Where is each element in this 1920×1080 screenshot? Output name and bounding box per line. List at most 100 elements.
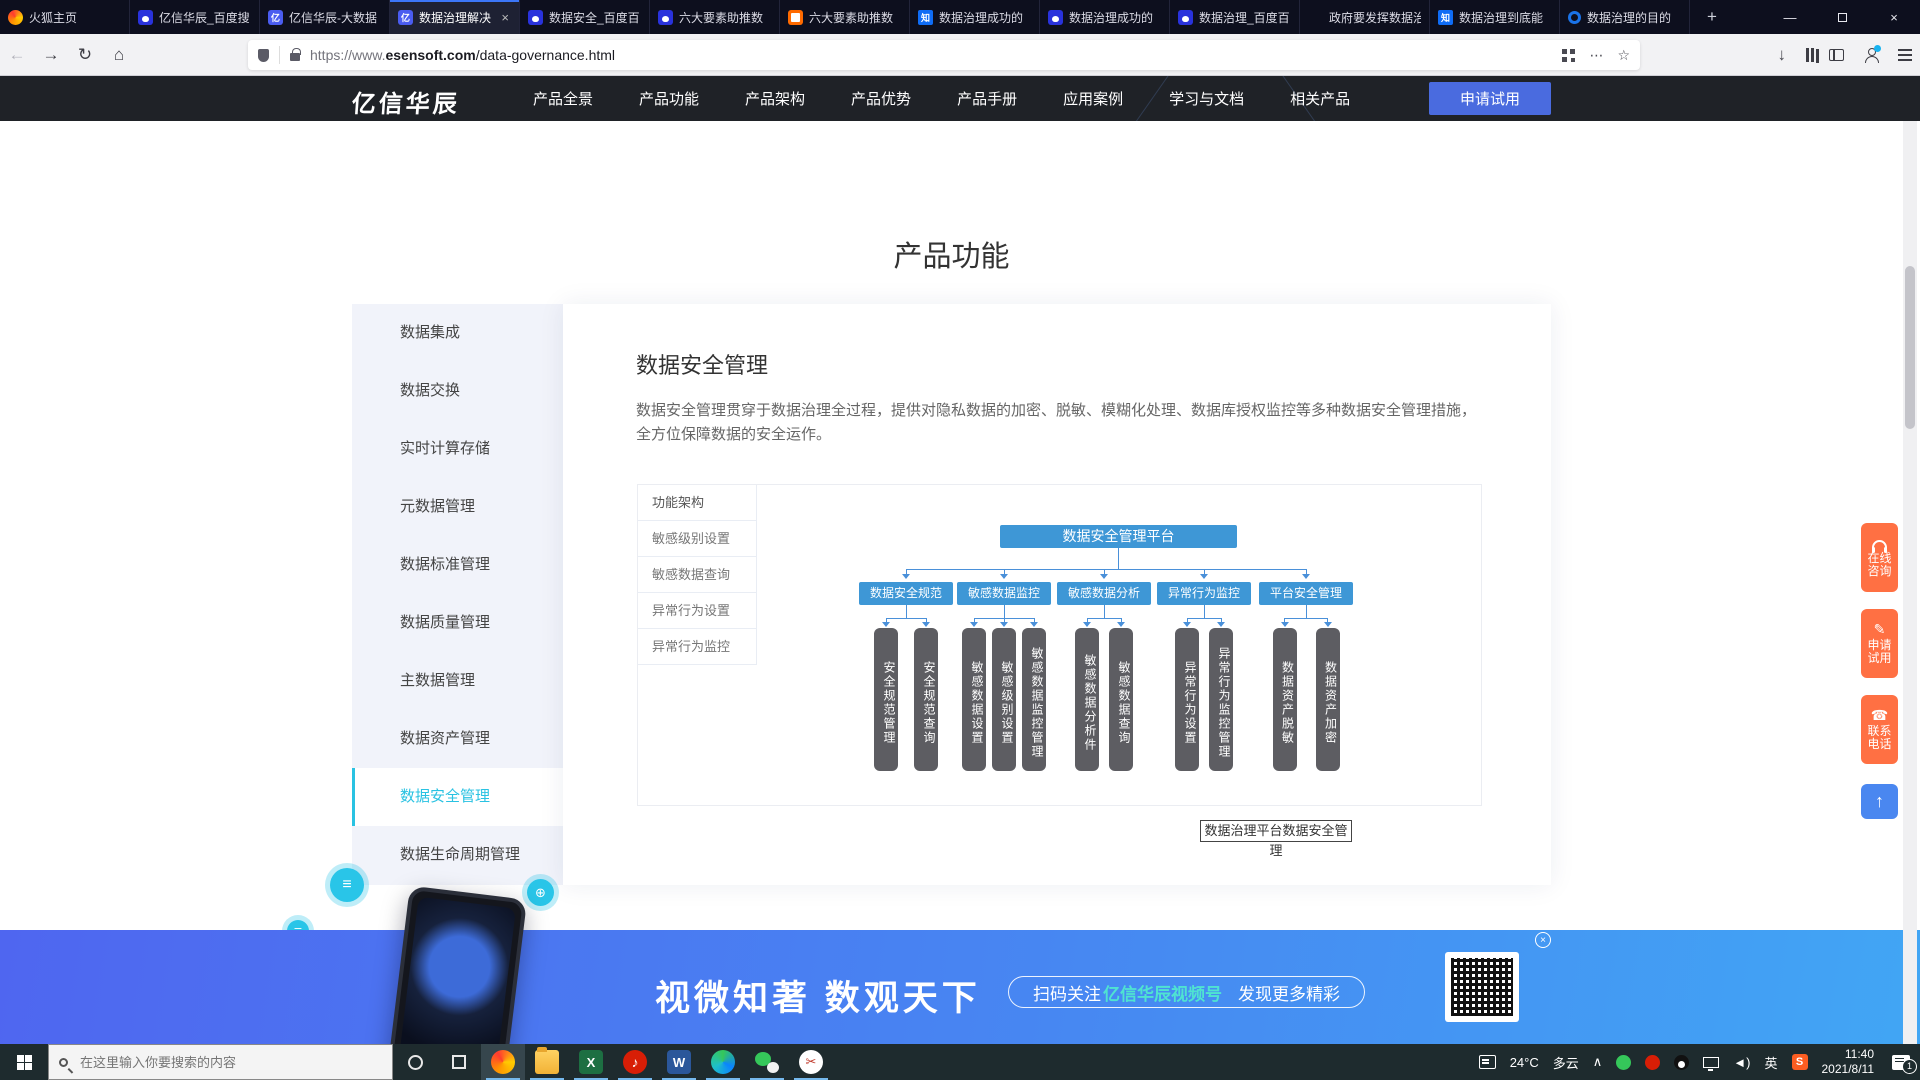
browser-tab[interactable]: 六大要素助推数 bbox=[780, 0, 910, 34]
back-icon[interactable]: ← bbox=[0, 45, 34, 65]
taskbar-word[interactable]: W bbox=[657, 1044, 701, 1080]
site-nav-link[interactable]: 产品优势 bbox=[851, 88, 911, 109]
taskbar-music[interactable]: ♪ bbox=[613, 1044, 657, 1080]
browser-tab[interactable]: 火狐主页 bbox=[0, 0, 130, 34]
browser-tab[interactable]: 知 数据治理成功的 bbox=[910, 0, 1040, 34]
news-feed-icon[interactable] bbox=[1479, 1055, 1496, 1069]
qr-code-icon[interactable] bbox=[1562, 49, 1575, 62]
url-address-field[interactable]: https://www.esensoft.com/data-governance… bbox=[248, 40, 1640, 70]
diagram-tab-item[interactable]: 异常行为监控 bbox=[638, 629, 757, 665]
library-icon[interactable] bbox=[1806, 48, 1809, 62]
browser-tab[interactable]: 数据治理的目的 bbox=[1560, 0, 1690, 34]
site-nav-link[interactable]: 应用案例 bbox=[1063, 88, 1123, 109]
tab-title: 数据治理成功的 bbox=[939, 9, 1031, 26]
diagram-tab-item[interactable]: 异常行为设置 bbox=[638, 593, 757, 629]
tray-speaker-icon[interactable]: ◄) bbox=[1733, 1055, 1750, 1070]
diagram-tab-item[interactable]: 敏感级别设置 bbox=[638, 521, 757, 557]
tray-wechat-icon[interactable] bbox=[1616, 1055, 1631, 1070]
tray-qq-icon[interactable] bbox=[1674, 1055, 1689, 1070]
phone-image bbox=[387, 886, 527, 1044]
tray-display-icon[interactable] bbox=[1703, 1057, 1719, 1068]
start-button[interactable] bbox=[0, 1044, 48, 1080]
account-icon[interactable] bbox=[1864, 48, 1878, 62]
input-language-indicator[interactable]: 英 bbox=[1764, 1053, 1777, 1072]
window-close-button[interactable]: × bbox=[1868, 0, 1920, 34]
chart-leaf-node: 异常行为设置 bbox=[1175, 628, 1199, 771]
sidebar-item[interactable]: 主数据管理 bbox=[352, 652, 563, 710]
lock-icon[interactable] bbox=[290, 53, 300, 61]
taskbar-file-explorer[interactable] bbox=[525, 1044, 569, 1080]
tab-title: 亿信华辰-大数据 bbox=[289, 9, 381, 26]
browser-tab[interactable]: 数据治理_百度百 bbox=[1170, 0, 1300, 34]
menu-hamburger-icon[interactable] bbox=[1898, 54, 1912, 56]
sidebar-toggle-icon[interactable] bbox=[1829, 49, 1844, 61]
browser-tab[interactable]: 数据治理成功的 bbox=[1040, 0, 1170, 34]
browser-tab[interactable]: 亿 亿信华辰-大数据 bbox=[260, 0, 390, 34]
sidebar-item[interactable]: 数据安全管理 bbox=[352, 768, 563, 826]
taskbar-search[interactable] bbox=[48, 1044, 393, 1080]
sidebar-item[interactable]: 数据资产管理 bbox=[352, 710, 563, 768]
browser-tab[interactable]: 政府要发挥数据治理 bbox=[1300, 0, 1430, 34]
browser-tab[interactable]: 六大要素助推数 bbox=[650, 0, 780, 34]
browser-tab[interactable]: 数据安全_百度百 bbox=[520, 0, 650, 34]
task-view-button[interactable] bbox=[437, 1044, 481, 1080]
forward-icon[interactable]: → bbox=[34, 45, 68, 65]
online-consult-button[interactable]: 在线咨询 bbox=[1861, 523, 1898, 592]
tab-close-icon[interactable]: × bbox=[499, 10, 511, 25]
home-icon[interactable]: ⌂ bbox=[102, 45, 136, 65]
sidebar-item[interactable]: 数据集成 bbox=[352, 304, 563, 362]
site-nav-link[interactable]: 产品手册 bbox=[957, 88, 1017, 109]
site-nav-link[interactable]: 学习与文档 bbox=[1169, 88, 1244, 109]
site-nav-link[interactable]: 相关产品 bbox=[1290, 88, 1350, 109]
taskbar-edge[interactable] bbox=[701, 1044, 745, 1080]
site-nav-link[interactable]: 产品功能 bbox=[639, 88, 699, 109]
page-title: 产品功能 bbox=[0, 233, 1903, 275]
tab-favicon: 亿 bbox=[268, 10, 283, 25]
taskbar-clock[interactable]: 11:402021/8/11 bbox=[1822, 1047, 1875, 1077]
taskbar-snipping-tool[interactable]: ✂ bbox=[789, 1044, 833, 1080]
site-nav-link[interactable]: 产品全景 bbox=[533, 88, 593, 109]
browser-tab[interactable]: 知 数据治理到底能 bbox=[1430, 0, 1560, 34]
site-nav-link[interactable]: 产品架构 bbox=[745, 88, 805, 109]
sidebar-item[interactable]: 元数据管理 bbox=[352, 478, 563, 536]
contact-phone-button[interactable]: ☎ 联系电话 bbox=[1861, 695, 1898, 764]
taskbar-wechat[interactable] bbox=[745, 1044, 789, 1080]
weather-temp[interactable]: 24°C bbox=[1510, 1055, 1539, 1070]
window-minimize-button[interactable]: — bbox=[1764, 0, 1816, 34]
taskbar-firefox[interactable] bbox=[481, 1044, 525, 1080]
apply-trial-button[interactable]: 申请试用 bbox=[1429, 82, 1551, 115]
sidebar-item[interactable]: 实时计算存储 bbox=[352, 420, 563, 478]
diagram-tab-item[interactable]: 敏感数据查询 bbox=[638, 557, 757, 593]
tray-music-icon[interactable] bbox=[1645, 1055, 1660, 1070]
sidebar-item[interactable]: 数据质量管理 bbox=[352, 594, 563, 652]
page-scrollbar-track[interactable] bbox=[1903, 121, 1917, 1044]
system-tray: 24°C 多云 ∧ ◄) 英 S 11:402021/8/11 1 bbox=[1479, 1047, 1920, 1077]
sidebar-item[interactable]: 数据生命周期管理 bbox=[352, 826, 563, 884]
sidebar-item[interactable]: 数据交换 bbox=[352, 362, 563, 420]
banner-close-icon[interactable]: × bbox=[1535, 932, 1551, 948]
search-input[interactable] bbox=[78, 1054, 358, 1071]
sogou-input-icon[interactable]: S bbox=[1792, 1054, 1808, 1070]
tray-expand-caret[interactable]: ∧ bbox=[1593, 1054, 1603, 1070]
tab-favicon bbox=[788, 10, 803, 25]
page-scrollbar-thumb[interactable] bbox=[1905, 266, 1915, 429]
tab-favicon bbox=[528, 10, 543, 25]
bookmark-star-icon[interactable]: ☆ bbox=[1617, 47, 1630, 64]
new-tab-button[interactable]: + bbox=[1692, 0, 1732, 34]
apply-trial-float-button[interactable]: ✎ 申请试用 bbox=[1861, 609, 1898, 678]
downloads-icon[interactable]: ↓ bbox=[1778, 45, 1787, 65]
weather-text[interactable]: 多云 bbox=[1553, 1053, 1579, 1072]
notification-center-button[interactable]: 1 bbox=[1888, 1055, 1910, 1070]
tracking-shield-icon[interactable] bbox=[258, 49, 269, 62]
taskbar-excel[interactable]: X bbox=[569, 1044, 613, 1080]
reload-icon[interactable]: ↻ bbox=[68, 45, 102, 65]
window-maximize-button[interactable] bbox=[1816, 0, 1868, 34]
back-to-top-button[interactable]: ↑ bbox=[1861, 784, 1898, 819]
sidebar-item[interactable]: 数据标准管理 bbox=[352, 536, 563, 594]
browser-tab[interactable]: 亿 数据治理解决 × bbox=[390, 0, 520, 34]
site-logo[interactable]: 亿信华辰 bbox=[351, 84, 461, 119]
browser-tab[interactable]: 亿信华辰_百度搜 bbox=[130, 0, 260, 34]
page-actions-icon[interactable]: ⋯ bbox=[1589, 47, 1603, 64]
cortana-button[interactable] bbox=[393, 1044, 437, 1080]
diagram-tab-item[interactable]: 功能架构 bbox=[638, 485, 757, 521]
